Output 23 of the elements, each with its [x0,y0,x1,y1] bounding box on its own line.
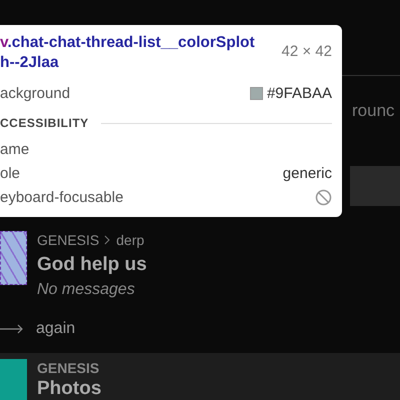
property-value: generic [282,164,332,182]
toolbar-bar [350,166,400,206]
property-label: eyboard-focusable [0,188,124,206]
thread-item[interactable]: GENESIS derp God help us No messages [0,231,400,299]
property-value: #9FABAA [266,84,332,102]
element-selector: v.chat-chat-thread-list__colorSplot h--2Jlaa [0,33,255,73]
thread-preview: No messages [37,281,136,299]
thread-title: Photos [37,379,102,399]
text-field[interactable]: rounc [352,101,395,121]
thread-item[interactable]: GENESIS Photos [0,353,400,400]
arrow-icon [0,324,24,334]
thread-title: God help us [37,254,147,276]
property-label: ole [0,164,20,182]
chevron-icon [104,235,112,245]
property-label: ame [0,140,30,158]
channel-name: derp [116,232,144,248]
element-size: 42 × 42 [282,43,332,60]
group-name: GENESIS [37,359,100,378]
section-title: CCESSIBILITY [0,116,89,130]
link-text[interactable]: again [36,320,76,338]
group-name: GENESIS [37,232,100,248]
property-label: ackground [0,84,70,102]
color-swatch [250,86,263,100]
